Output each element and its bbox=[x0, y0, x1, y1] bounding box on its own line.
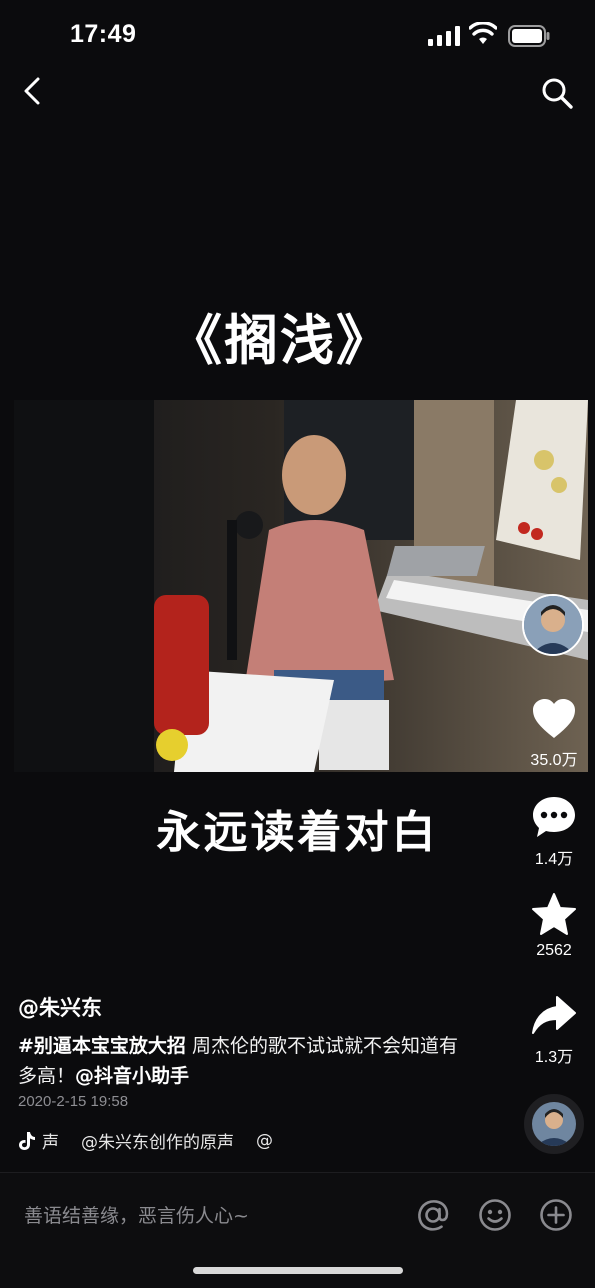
back-icon[interactable] bbox=[20, 75, 46, 107]
post-date: 2020-2-15 19:58 bbox=[18, 1093, 129, 1110]
plus-icon[interactable] bbox=[539, 1198, 573, 1232]
video-subtitle-caption: 永远读着对白 bbox=[156, 807, 439, 858]
avatar-image bbox=[524, 596, 582, 654]
music-track[interactable]: @朱兴东创作的原声 bbox=[81, 1128, 234, 1153]
wifi-icon bbox=[469, 22, 497, 44]
hashtag-link[interactable]: #别逼本宝宝放大招 bbox=[18, 1035, 186, 1057]
battery-icon bbox=[508, 25, 550, 47]
music-disc-avatar bbox=[532, 1102, 576, 1146]
like-action[interactable]: 35.0万 bbox=[522, 698, 586, 770]
video-frame-image bbox=[14, 400, 588, 772]
comment-count: 1.4万 bbox=[534, 851, 574, 868]
star-icon[interactable] bbox=[531, 892, 577, 936]
comment-action[interactable]: 1.4万 bbox=[522, 795, 586, 869]
heart-icon[interactable] bbox=[531, 698, 577, 740]
music-label: 声 bbox=[42, 1133, 59, 1153]
music-row[interactable]: 声 @朱兴东创作的原声 @ bbox=[18, 1128, 273, 1153]
music-extra: @ bbox=[256, 1130, 273, 1151]
comment-icon[interactable] bbox=[531, 795, 577, 839]
search-icon[interactable] bbox=[540, 76, 574, 110]
share-action[interactable]: 1.3万 bbox=[522, 995, 586, 1067]
comment-input[interactable]: 善语结善缘，恶言伤人心~ bbox=[24, 1201, 384, 1228]
creator-avatar[interactable] bbox=[522, 594, 584, 656]
video-title-caption: 《搁浅》 bbox=[168, 309, 392, 372]
favorite-action[interactable]: 2562 bbox=[522, 892, 586, 960]
favorite-count: 2562 bbox=[536, 942, 572, 959]
music-disc[interactable] bbox=[524, 1094, 584, 1154]
video-player[interactable] bbox=[14, 400, 588, 772]
tiktok-music-icon bbox=[19, 1131, 35, 1150]
post-description: #别逼本宝宝放大招 周杰伦的歌不试试就不会知道有多高！@抖音小助手 bbox=[18, 1031, 458, 1091]
home-indicator[interactable] bbox=[193, 1267, 403, 1274]
at-icon[interactable] bbox=[416, 1198, 450, 1232]
emoji-icon[interactable] bbox=[478, 1198, 512, 1232]
post-username[interactable]: @朱兴东 bbox=[18, 992, 102, 1022]
like-count: 35.0万 bbox=[530, 752, 578, 769]
share-icon[interactable] bbox=[531, 995, 577, 1037]
status-time: 17:49 bbox=[70, 20, 137, 48]
signal-icon bbox=[428, 26, 460, 46]
mention-link[interactable]: @抖音小助手 bbox=[75, 1065, 189, 1087]
share-count: 1.3万 bbox=[534, 1049, 574, 1066]
